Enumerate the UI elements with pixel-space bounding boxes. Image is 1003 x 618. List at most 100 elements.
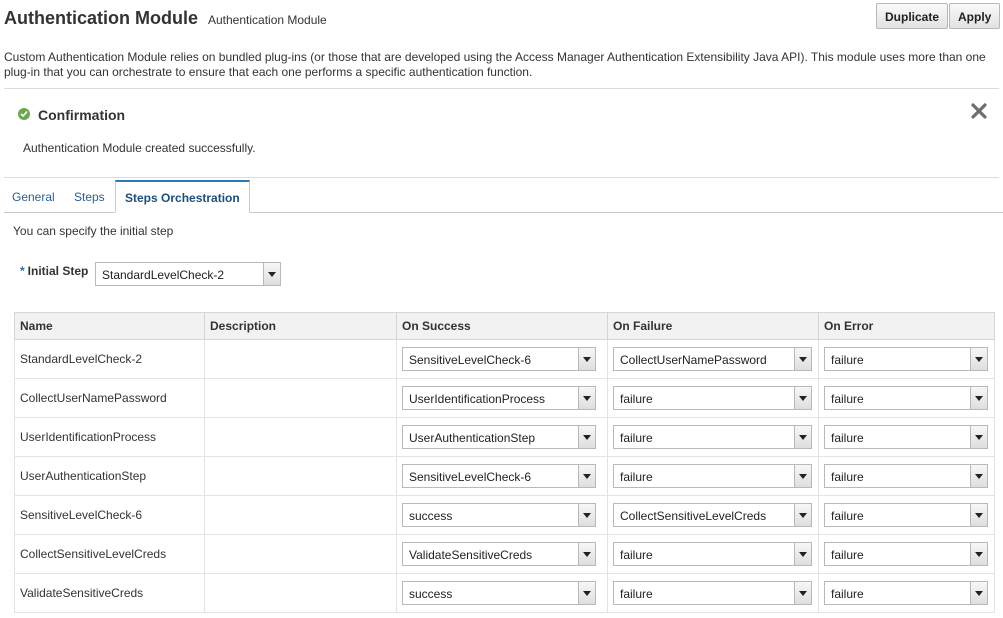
initial-step-label: * Initial Step <box>20 264 88 278</box>
table-header-row: Name Description On Success On Failure O… <box>14 312 995 340</box>
step-name-cell: CollectUserNamePassword <box>14 378 205 418</box>
on-failure-cell: CollectUserNamePassword <box>607 339 819 379</box>
on-success-select[interactable]: SensitiveLevelCheck-6 <box>402 347 596 371</box>
step-description-cell <box>204 339 397 379</box>
confirmation-title: Confirmation <box>38 107 126 123</box>
initial-step-hint: You can specify the initial step <box>13 224 174 238</box>
on-error-cell: failure <box>818 417 995 457</box>
on-error-value: failure <box>831 470 864 484</box>
chevron-down-icon[interactable] <box>794 504 811 526</box>
on-success-cell: success <box>396 495 608 535</box>
apply-button[interactable]: Apply <box>949 3 1001 29</box>
on-failure-select[interactable]: failure <box>613 542 812 566</box>
tab-general[interactable]: General <box>12 180 55 212</box>
orchestration-table: Name Description On Success On Failure O… <box>14 312 995 613</box>
tab-steps-orchestration[interactable]: Steps Orchestration <box>115 180 250 213</box>
on-error-value: failure <box>831 587 864 601</box>
on-error-select[interactable]: failure <box>824 386 988 410</box>
table-row[interactable]: CollectSensitiveLevelCreds ValidateSensit… <box>14 534 995 574</box>
table-row[interactable]: ValidateSensitiveCreds success failure fail… <box>14 573 995 613</box>
chevron-down-icon[interactable] <box>578 582 595 604</box>
chevron-down-icon[interactable] <box>794 582 811 604</box>
column-header-on-error[interactable]: On Error <box>818 312 995 340</box>
table-row[interactable]: UserIdentificationProcess UserAuthenticat… <box>14 417 995 457</box>
on-failure-select[interactable]: failure <box>613 425 812 449</box>
step-description-cell <box>204 417 397 457</box>
on-failure-select[interactable]: CollectSensitiveLevelCreds <box>613 503 812 527</box>
chevron-down-icon[interactable] <box>794 426 811 448</box>
chevron-down-icon[interactable] <box>794 387 811 409</box>
table-row[interactable]: SensitiveLevelCheck-6 success CollectSensi… <box>14 495 995 535</box>
on-success-cell: UserIdentificationProcess <box>396 378 608 418</box>
column-header-name[interactable]: Name <box>14 312 205 340</box>
chevron-down-icon[interactable] <box>578 387 595 409</box>
step-description-cell <box>204 495 397 535</box>
chevron-down-icon[interactable] <box>263 263 280 285</box>
chevron-down-icon[interactable] <box>578 348 595 370</box>
on-error-select[interactable]: failure <box>824 347 988 371</box>
chevron-down-icon[interactable] <box>970 465 987 487</box>
on-failure-value: failure <box>620 548 653 562</box>
on-error-cell: failure <box>818 573 995 613</box>
step-description-cell <box>204 456 397 496</box>
on-failure-select[interactable]: CollectUserNamePassword <box>613 347 812 371</box>
on-failure-value: failure <box>620 431 653 445</box>
chevron-down-icon[interactable] <box>970 348 987 370</box>
on-success-select[interactable]: ValidateSensitiveCreds <box>402 542 596 566</box>
on-failure-select[interactable]: failure <box>613 386 812 410</box>
chevron-down-icon[interactable] <box>970 543 987 565</box>
on-success-value: SensitiveLevelCheck-6 <box>409 353 532 367</box>
column-header-on-failure[interactable]: On Failure <box>607 312 819 340</box>
on-success-cell: ValidateSensitiveCreds <box>396 534 608 574</box>
on-success-value: success <box>409 509 453 523</box>
on-success-select[interactable]: SensitiveLevelCheck-6 <box>402 464 596 488</box>
success-check-icon <box>18 108 30 120</box>
tab-steps[interactable]: Steps <box>74 180 105 212</box>
chevron-down-icon[interactable] <box>578 465 595 487</box>
on-error-select[interactable]: failure <box>824 581 988 605</box>
on-error-value: failure <box>831 392 864 406</box>
on-success-select[interactable]: UserAuthenticationStep <box>402 425 596 449</box>
on-failure-cell: failure <box>607 378 819 418</box>
chevron-down-icon[interactable] <box>970 582 987 604</box>
on-failure-cell: failure <box>607 456 819 496</box>
close-icon[interactable] <box>971 103 987 119</box>
on-error-select[interactable]: failure <box>824 425 988 449</box>
chevron-down-icon[interactable] <box>794 348 811 370</box>
on-success-select[interactable]: success <box>402 503 596 527</box>
column-header-on-success[interactable]: On Success <box>396 312 608 340</box>
on-success-value: UserAuthenticationStep <box>409 431 536 445</box>
duplicate-button[interactable]: Duplicate <box>876 3 949 29</box>
chevron-down-icon[interactable] <box>794 465 811 487</box>
on-failure-value: CollectUserNamePassword <box>620 353 767 367</box>
on-failure-cell: CollectSensitiveLevelCreds <box>607 495 819 535</box>
on-error-value: failure <box>831 431 864 445</box>
table-row[interactable]: StandardLevelCheck-2 SensitiveLevelCheck-… <box>14 339 995 379</box>
column-header-description[interactable]: Description <box>204 312 397 340</box>
on-failure-select[interactable]: failure <box>613 581 812 605</box>
chevron-down-icon[interactable] <box>578 504 595 526</box>
chevron-down-icon[interactable] <box>970 504 987 526</box>
table-row[interactable]: CollectUserNamePassword UserIdentificatio… <box>14 378 995 418</box>
on-error-value: failure <box>831 353 864 367</box>
on-success-select[interactable]: UserIdentificationProcess <box>402 386 596 410</box>
on-success-select[interactable]: success <box>402 581 596 605</box>
confirmation-panel: Confirmation Authentication Module creat… <box>4 88 999 178</box>
chevron-down-icon[interactable] <box>970 387 987 409</box>
on-error-select[interactable]: failure <box>824 464 988 488</box>
initial-step-value: StandardLevelCheck-2 <box>102 268 225 282</box>
on-error-select[interactable]: failure <box>824 542 988 566</box>
on-success-value: UserIdentificationProcess <box>409 392 546 406</box>
module-description: Custom Authentication Module relies on b… <box>4 50 986 79</box>
on-failure-select[interactable]: failure <box>613 464 812 488</box>
chevron-down-icon[interactable] <box>970 426 987 448</box>
chevron-down-icon[interactable] <box>794 543 811 565</box>
chevron-down-icon[interactable] <box>578 426 595 448</box>
on-error-select[interactable]: failure <box>824 503 988 527</box>
on-failure-value: CollectSensitiveLevelCreds <box>620 509 767 523</box>
step-description-cell <box>204 378 397 418</box>
chevron-down-icon[interactable] <box>578 543 595 565</box>
initial-step-select[interactable]: StandardLevelCheck-2 <box>95 262 281 286</box>
required-marker: * <box>20 264 25 278</box>
table-row[interactable]: UserAuthenticationStep SensitiveLevelChec… <box>14 456 995 496</box>
